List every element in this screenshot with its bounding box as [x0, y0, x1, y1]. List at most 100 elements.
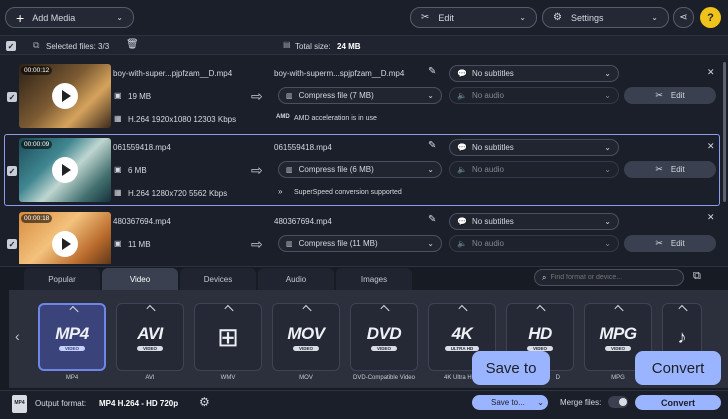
- audio-dropdown[interactable]: 🔈 No audio ⌄: [449, 87, 619, 104]
- specs-icon: ▦: [114, 114, 122, 123]
- convert-tooltip-label: Convert: [651, 359, 705, 377]
- file-row[interactable]: ✓ 00:00:12 boy-with-super...pjpfzam__D.m…: [4, 60, 720, 132]
- merge-files-toggle[interactable]: [608, 396, 628, 408]
- edit-menu-button[interactable]: ✂ Edit ⌄: [410, 7, 537, 28]
- edit-file-button[interactable]: ✂ Edit: [624, 161, 716, 178]
- add-media-label: Add Media: [32, 12, 76, 23]
- close-icon[interactable]: ✕: [707, 212, 715, 223]
- file-size: 19 MB: [128, 92, 152, 101]
- tab-devices[interactable]: Devices: [180, 268, 256, 290]
- convert-label: Convert: [660, 397, 695, 408]
- pencil-icon[interactable]: ✎: [428, 214, 436, 225]
- tools-icon: ✂: [655, 90, 663, 100]
- chevron-up-icon: [224, 304, 234, 315]
- output-file-name[interactable]: 480367694.mp4: [274, 217, 332, 226]
- search-input[interactable]: [550, 274, 671, 281]
- save-to-label: Save to...: [491, 398, 525, 407]
- tab-video[interactable]: Video: [102, 268, 178, 290]
- file-row[interactable]: ✓ 00:00:09 061559418.mp4 ▣ 6 MB ▦ H.264 …: [4, 134, 720, 206]
- chevron-up-icon: [69, 305, 79, 316]
- chevron-up-icon: [146, 304, 156, 315]
- file-checkbox[interactable]: ✓: [7, 166, 17, 176]
- close-icon[interactable]: ✕: [707, 141, 715, 152]
- subtitles-dropdown[interactable]: 💬 No subtitles ⌄: [449, 213, 619, 230]
- compress-dropdown[interactable]: ▥ Compress file (7 MB) ⌄: [278, 87, 442, 104]
- file-checkbox[interactable]: ✓: [7, 92, 17, 102]
- output-file-name[interactable]: 061559418.mp4: [274, 143, 332, 152]
- play-icon[interactable]: [52, 231, 78, 257]
- file-list-scrollbar[interactable]: [723, 62, 726, 202]
- chevron-down-icon: ⌄: [651, 13, 658, 22]
- edit-file-button[interactable]: ✂ Edit: [624, 235, 716, 252]
- tab-images[interactable]: Images: [336, 268, 412, 290]
- trash-icon[interactable]: 🗑: [126, 39, 139, 50]
- convert-tooltip: Convert: [635, 351, 721, 385]
- chevron-down-icon: ⌄: [519, 13, 526, 22]
- format-logo: MPG: [599, 323, 637, 343]
- audio-dropdown[interactable]: 🔈 No audio ⌄: [449, 235, 619, 252]
- file-name: 480367694.mp4: [113, 217, 171, 226]
- format-avi[interactable]: AVI VIDEO: [116, 303, 184, 371]
- plus-icon: +: [16, 9, 25, 26]
- video-thumbnail[interactable]: 00:00:12: [19, 64, 111, 128]
- audio-dropdown[interactable]: 🔈 No audio ⌄: [449, 161, 619, 178]
- subtitles-dropdown[interactable]: 💬 No subtitles ⌄: [449, 65, 619, 82]
- total-size-value: 24 MB: [337, 42, 361, 51]
- chevron-up-icon: [536, 304, 546, 315]
- add-media-button[interactable]: + Add Media ⌄: [5, 7, 134, 28]
- format-settings-icon[interactable]: ⧉: [693, 270, 701, 283]
- settings-button[interactable]: ⚙ Settings ⌄: [542, 7, 669, 28]
- save-to-button[interactable]: Save to... ⌄: [472, 395, 548, 410]
- edit-file-button[interactable]: ✂ Edit: [624, 87, 716, 104]
- subtitles-dropdown[interactable]: 💬 No subtitles ⌄: [449, 139, 619, 156]
- format-mov[interactable]: MOV VIDEO: [272, 303, 340, 371]
- format-sublogo: VIDEO: [526, 345, 553, 351]
- pencil-icon[interactable]: ✎: [428, 66, 436, 77]
- output-settings-icon[interactable]: ⚙: [199, 395, 210, 409]
- audio-label: No audio: [471, 91, 504, 100]
- convert-button[interactable]: Convert: [635, 395, 721, 410]
- chevron-down-icon: ⌄: [537, 398, 544, 407]
- compress-dropdown[interactable]: ▥ Compress file (6 MB) ⌄: [278, 161, 442, 178]
- play-icon[interactable]: [52, 83, 78, 109]
- duration-badge: 00:00:12: [21, 66, 53, 75]
- tab-popular[interactable]: Popular: [24, 268, 100, 290]
- windows-logo-icon: ⊞: [217, 321, 239, 352]
- close-icon[interactable]: ✕: [707, 67, 715, 78]
- output-file-name[interactable]: boy-with-superm...spjpfzam__D.mp4: [274, 69, 404, 78]
- format-search[interactable]: ⌕: [534, 269, 684, 286]
- file-specs: H.264 1920x1080 12303 Kbps: [128, 115, 237, 124]
- save-tooltip-label: Save to: [485, 359, 537, 377]
- chevron-down-icon: ⌄: [604, 165, 611, 174]
- chevron-up-icon: [380, 304, 390, 315]
- format-sublogo: VIDEO: [370, 345, 397, 351]
- help-button[interactable]: ?: [700, 7, 721, 28]
- chevron-down-icon: ⌄: [427, 91, 434, 100]
- compress-dropdown[interactable]: ▥ Compress file (11 MB) ⌄: [278, 235, 442, 252]
- speech-bubble-icon: 💬: [457, 143, 467, 152]
- video-thumbnail[interactable]: 00:00:09: [19, 138, 111, 202]
- video-thumbnail[interactable]: 00:00:18: [19, 212, 111, 264]
- scroll-left-icon[interactable]: ‹: [15, 328, 20, 344]
- film-icon: ▣: [114, 165, 122, 174]
- chevron-down-icon: ⌄: [604, 91, 611, 100]
- subtitles-label: No subtitles: [471, 69, 514, 78]
- format-mp4[interactable]: MP4 VIDEO: [38, 303, 106, 371]
- file-checkbox[interactable]: ✓: [7, 239, 17, 249]
- subtitles-label: No subtitles: [471, 217, 514, 226]
- speech-bubble-icon: 💬: [457, 69, 467, 78]
- pencil-icon[interactable]: ✎: [428, 140, 436, 151]
- speaker-icon: 🔈: [457, 165, 467, 174]
- tools-icon: ✂: [655, 164, 663, 174]
- format-sublogo: VIDEO: [136, 345, 163, 351]
- file-row[interactable]: ✓ 00:00:18 480367694.mp4 ▣ 11 MB ⇨ 48036…: [4, 208, 720, 264]
- play-icon[interactable]: [52, 157, 78, 183]
- select-all-checkbox[interactable]: ✓: [6, 41, 16, 51]
- format-wmv[interactable]: ⊞: [194, 303, 262, 371]
- tab-audio[interactable]: Audio: [258, 268, 334, 290]
- format-logo: HD: [528, 323, 552, 343]
- share-button[interactable]: ⋖: [673, 7, 694, 28]
- format-sublogo: ULTRA HD: [444, 345, 480, 351]
- subtitles-label: No subtitles: [471, 143, 514, 152]
- format-dvd[interactable]: DVD VIDEO: [350, 303, 418, 371]
